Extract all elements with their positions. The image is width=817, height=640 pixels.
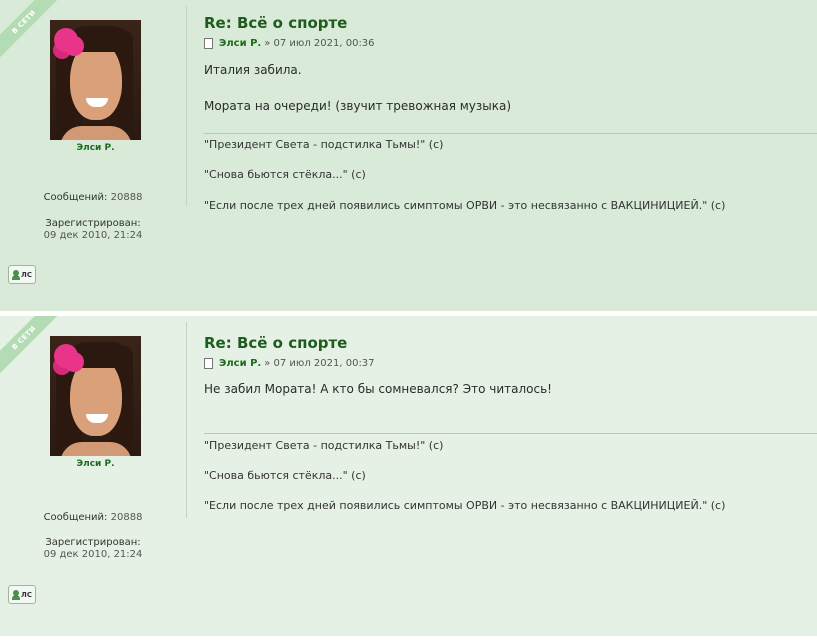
post-profile: Элси Р. Сообщений: 20888 Зарегистрирован… <box>0 316 186 636</box>
posts-count: Сообщений: 20888 <box>0 192 186 203</box>
post-content: Re: Всё о спорте Элси Р. » 07 июл 2021, … <box>204 316 817 636</box>
signature-line: "Президент Света - подстилка Тьмы!" (с) <box>204 439 444 452</box>
pm-button[interactable]: ЛС <box>8 585 36 604</box>
avatar[interactable] <box>50 20 141 140</box>
post-date: » 07 июл 2021, 00:36 <box>264 38 375 49</box>
avatar[interactable] <box>50 336 141 456</box>
post-meta: Элси Р. » 07 июл 2021, 00:37 <box>204 358 375 369</box>
post-meta: Элси Р. » 07 июл 2021, 00:36 <box>204 38 375 49</box>
registered-info: Зарегистрирован: 09 дек 2010, 21:24 <box>0 537 186 561</box>
message-line: Мората на очереди! (звучит тревожная муз… <box>204 99 512 113</box>
signature-line: "Если после трех дней появились симптомы… <box>204 499 726 512</box>
posts-value: 20888 <box>110 512 143 523</box>
post-author[interactable]: Элси Р. <box>219 38 261 49</box>
document-icon[interactable] <box>204 38 213 49</box>
registered-label: Зарегистрирован: <box>45 537 141 548</box>
person-icon <box>12 269 21 280</box>
pm-button[interactable]: ЛС <box>8 265 36 284</box>
post-author[interactable]: Элси Р. <box>219 358 261 369</box>
signature-line: "Снова бьются стёкла..." (с) <box>204 168 366 181</box>
registered-date: 09 дек 2010, 21:24 <box>43 230 143 241</box>
message-line: Италия забила. <box>204 63 302 77</box>
registered-label: Зарегистрирован: <box>45 218 141 229</box>
posts-value: 20888 <box>110 192 143 203</box>
username-link[interactable]: Элси Р. <box>50 459 141 469</box>
post-separator <box>0 636 817 640</box>
signature-line: "Президент Света - подстилка Тьмы!" (с) <box>204 138 444 151</box>
post-profile: Элси Р. Сообщений: 20888 Зарегистрирован… <box>0 0 186 311</box>
person-icon <box>12 589 21 600</box>
post: В СЕТИ Элси Р. Сообщений: 20888 Зарегист… <box>0 0 817 311</box>
username-link[interactable]: Элси Р. <box>50 143 141 153</box>
posts-count: Сообщений: 20888 <box>0 512 186 523</box>
message-line: Не забил Мората! А кто бы сомневался? Эт… <box>204 382 552 396</box>
signature-divider <box>204 133 817 134</box>
posts-label: Сообщений: <box>43 512 108 523</box>
pm-label: ЛС <box>21 270 32 279</box>
signature-divider <box>204 433 817 434</box>
post-title[interactable]: Re: Всё о спорте <box>204 334 347 352</box>
registered-info: Зарегистрирован: 09 дек 2010, 21:24 <box>0 218 186 242</box>
pm-label: ЛС <box>21 590 32 599</box>
column-divider <box>186 6 187 206</box>
post-title[interactable]: Re: Всё о спорте <box>204 14 347 32</box>
post-date: » 07 июл 2021, 00:37 <box>264 358 375 369</box>
signature-line: "Если после трех дней появились симптомы… <box>204 199 726 212</box>
post: В СЕТИ Элси Р. Сообщений: 20888 Зарегист… <box>0 316 817 636</box>
column-divider <box>186 322 187 518</box>
post-content: Re: Всё о спорте Элси Р. » 07 июл 2021, … <box>204 0 817 311</box>
registered-date: 09 дек 2010, 21:24 <box>43 549 143 560</box>
posts-label: Сообщений: <box>43 192 108 203</box>
signature-line: "Снова бьются стёкла..." (с) <box>204 469 366 482</box>
document-icon[interactable] <box>204 358 213 369</box>
